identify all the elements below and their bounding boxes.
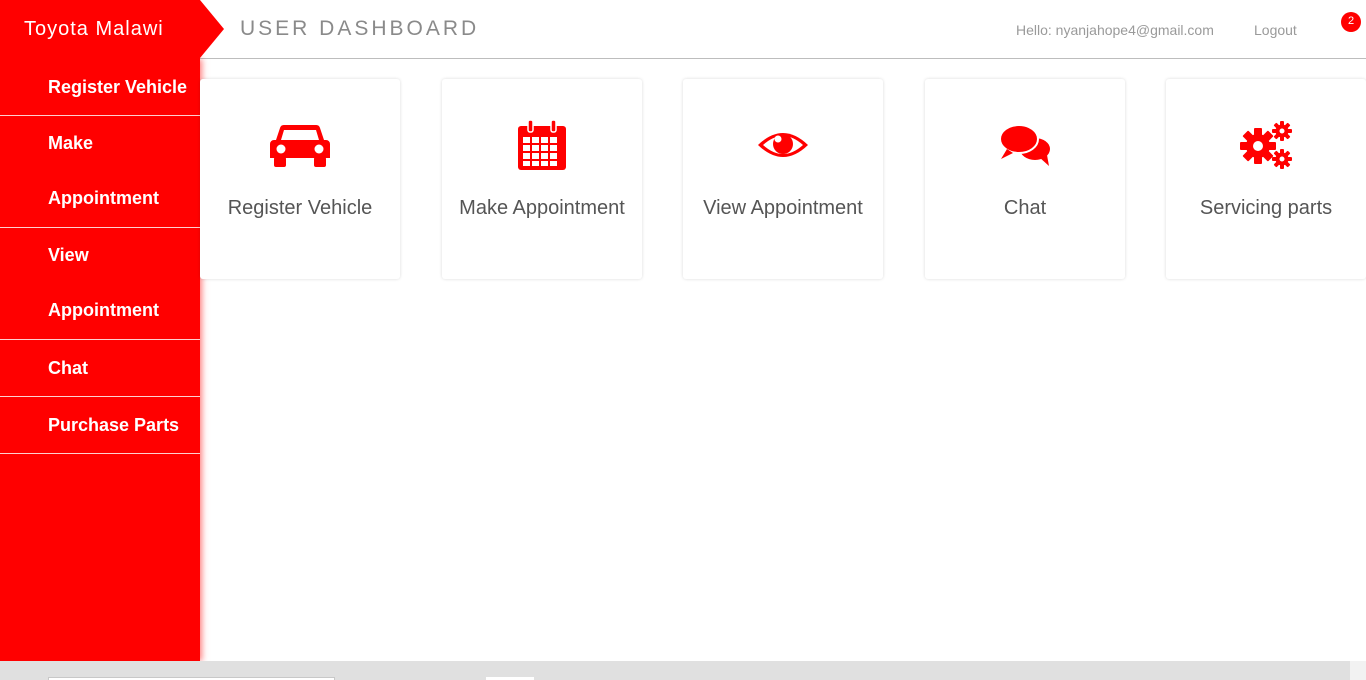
logout-link[interactable]: Logout xyxy=(1254,0,1297,60)
eye-icon xyxy=(683,117,883,173)
sidebar-item-register-vehicle[interactable]: Register Vehicle xyxy=(0,59,200,116)
card-view-appointment[interactable]: View Appointment xyxy=(683,79,883,279)
scrollbar-corner xyxy=(1350,661,1366,680)
page-title: USER DASHBOARD xyxy=(240,17,480,40)
card-make-appointment[interactable]: Make Appointment xyxy=(442,79,642,279)
calendar-icon xyxy=(442,117,642,173)
sidebar-item-purchase-parts[interactable]: Purchase Parts xyxy=(0,397,200,454)
sidebar-item-chat[interactable]: Chat xyxy=(0,340,200,397)
sidebar-item-make-appointment[interactable]: Make Appointment xyxy=(0,116,200,228)
car-icon xyxy=(200,117,400,173)
sidebar-item-view-appointment[interactable]: View Appointment xyxy=(0,228,200,340)
notification-badge[interactable]: 2 xyxy=(1341,12,1361,32)
sidebar-item-label: Register Vehicle xyxy=(48,77,188,97)
sidebar-item-label: Chat xyxy=(48,358,88,378)
card-servicing-parts[interactable]: Servicing parts xyxy=(1166,79,1366,279)
sidebar-item-label-line2: Appointment xyxy=(48,188,159,208)
brand-logo[interactable]: Toyota Malawi xyxy=(0,0,200,59)
top-header: Toyota Malawi USER DASHBOARD Hello: nyan… xyxy=(0,0,1366,59)
user-greeting: Hello: nyanjahope4@gmail.com xyxy=(1016,22,1214,38)
card-register-vehicle[interactable]: Register Vehicle xyxy=(200,79,400,279)
sidebar-item-label: Purchase Parts xyxy=(48,415,180,435)
card-label: Chat xyxy=(1003,197,1047,219)
sidebar-item-label-line1: View xyxy=(48,245,89,265)
card-label: Servicing parts xyxy=(1199,197,1333,219)
sidebar-item-label-line2: Appointment xyxy=(48,300,159,320)
card-label: Register Vehicle xyxy=(227,197,373,219)
card-label: Make Appointment xyxy=(459,197,625,219)
card-label: View Appointment xyxy=(703,197,863,219)
chat-icon xyxy=(925,117,1125,173)
gears-icon xyxy=(1166,117,1366,173)
sidebar-item-label-line1: Make xyxy=(48,133,94,153)
brand-arrow xyxy=(200,0,224,58)
dashboard-page: Toyota Malawi USER DASHBOARD Hello: nyan… xyxy=(0,0,1366,680)
card-chat[interactable]: Chat xyxy=(925,79,1125,279)
sidebar: Register Vehicle Make Appointment View A… xyxy=(0,59,200,661)
